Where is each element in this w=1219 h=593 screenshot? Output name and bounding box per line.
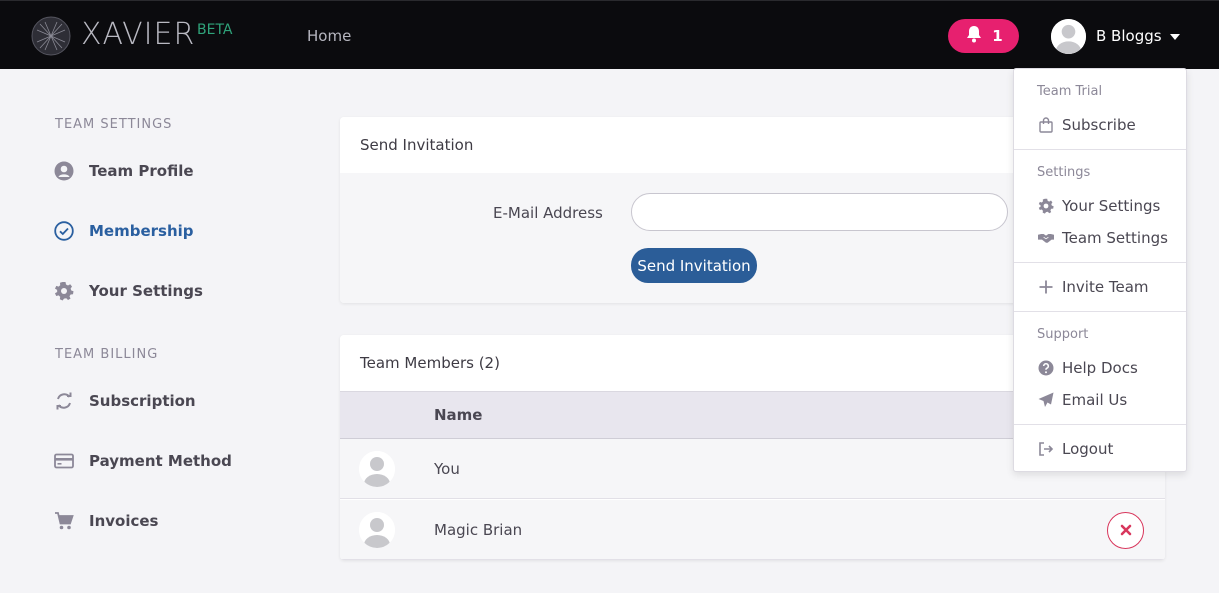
team-billing-heading: TEAM BILLING <box>55 347 159 362</box>
menu-item-label: Subscribe <box>1062 116 1136 134</box>
sign-out-icon <box>1037 440 1055 458</box>
sidebar-item-label: Membership <box>89 222 194 240</box>
column-header-name: Name <box>434 406 483 424</box>
notification-count: 1 <box>992 27 1003 45</box>
divider <box>1014 149 1186 150</box>
credit-card-icon <box>53 450 75 472</box>
user-dropdown-menu: Team Trial Subscribe Settings Your Setti… <box>1013 68 1187 472</box>
chevron-down-icon[interactable] <box>1170 34 1180 40</box>
menu-item-your-settings[interactable]: Your Settings <box>1037 195 1160 217</box>
member-name: You <box>434 460 460 478</box>
top-navbar: XAVIER BETA Home 1 B Bloggs <box>0 0 1219 69</box>
menu-item-label: Team Settings <box>1062 229 1168 247</box>
plus-icon <box>1037 278 1055 296</box>
menu-item-email-us[interactable]: Email Us <box>1037 389 1127 411</box>
email-field[interactable] <box>631 193 1008 231</box>
question-circle-icon <box>1037 359 1055 377</box>
close-icon <box>1120 521 1132 540</box>
team-trial-heading: Team Trial <box>1037 84 1103 99</box>
menu-item-label: Email Us <box>1062 391 1128 409</box>
sync-icon <box>53 390 75 412</box>
menu-item-label: Logout <box>1062 440 1114 458</box>
remove-member-button[interactable] <box>1107 512 1144 549</box>
email-label: E-Mail Address <box>493 204 603 222</box>
shopping-bag-icon <box>1037 116 1055 134</box>
sidebar-item-invoices[interactable]: Invoices <box>53 508 158 534</box>
sidebar-item-label: Payment Method <box>89 452 232 470</box>
divider <box>1014 424 1186 425</box>
gear-icon <box>53 280 75 302</box>
menu-item-logout[interactable]: Logout <box>1037 438 1113 460</box>
send-invitation-button[interactable]: Send Invitation <box>631 248 757 283</box>
sidebar-item-label: Team Profile <box>89 162 194 180</box>
paper-plane-icon <box>1037 391 1055 409</box>
cart-icon <box>53 510 75 532</box>
user-avatar[interactable] <box>1051 19 1086 54</box>
settings-heading: Settings <box>1037 165 1091 180</box>
notifications-button[interactable]: 1 <box>948 19 1019 53</box>
brand-name[interactable]: XAVIER <box>81 17 195 52</box>
menu-item-team-settings[interactable]: Team Settings <box>1037 227 1168 249</box>
beta-badge: BETA <box>197 22 233 38</box>
sidebar-item-subscription[interactable]: Subscription <box>53 388 196 414</box>
menu-item-label: Invite Team <box>1062 278 1149 296</box>
menu-item-label: Your Settings <box>1062 197 1161 215</box>
member-name: Magic Brian <box>434 521 523 539</box>
menu-item-subscribe[interactable]: Subscribe <box>1037 114 1136 136</box>
sidebar-item-team-profile[interactable]: Team Profile <box>53 158 194 184</box>
team-settings-heading: TEAM SETTINGS <box>55 117 173 132</box>
check-circle-icon <box>53 220 75 242</box>
avatar <box>359 451 395 487</box>
support-heading: Support <box>1037 327 1089 342</box>
user-menu-toggle[interactable]: B Bloggs <box>1096 27 1162 45</box>
sidebar-item-label: Subscription <box>89 392 196 410</box>
handshake-icon <box>1037 229 1055 247</box>
avatar <box>359 512 395 548</box>
divider <box>1014 262 1186 263</box>
sidebar-item-your-settings[interactable]: Your Settings <box>53 278 203 304</box>
divider <box>1014 311 1186 312</box>
menu-item-help-docs[interactable]: Help Docs <box>1037 357 1138 379</box>
bell-icon <box>964 24 984 48</box>
sidebar-item-label: Your Settings <box>89 282 203 300</box>
user-circle-icon <box>53 160 75 182</box>
menu-item-label: Help Docs <box>1062 359 1138 377</box>
sidebar-item-payment-method[interactable]: Payment Method <box>53 448 232 474</box>
menu-item-invite-team[interactable]: Invite Team <box>1037 276 1149 298</box>
nav-home-link[interactable]: Home <box>307 27 351 45</box>
gear-icon <box>1037 197 1055 215</box>
sidebar-item-membership[interactable]: Membership <box>53 218 194 244</box>
sidebar-item-label: Invoices <box>89 512 159 530</box>
xavier-logo-icon[interactable] <box>31 16 71 56</box>
table-row: Magic Brian <box>340 500 1165 560</box>
